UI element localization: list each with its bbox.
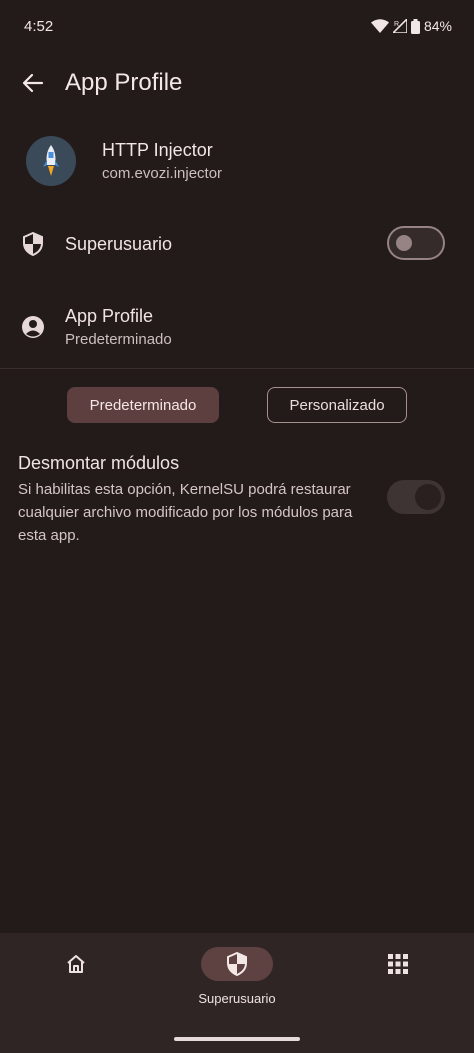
toggle-knob (396, 235, 412, 251)
status-icons: R 84% (370, 18, 452, 34)
unmount-modules-title: Desmontar módulos (18, 453, 180, 473)
signal-icon: R (392, 19, 407, 33)
nav-superuser-label: Superusuario (198, 991, 276, 1006)
superuser-label: Superusuario (65, 233, 173, 254)
rocket-icon (43, 145, 59, 176)
app-icon (26, 136, 76, 186)
app-info: HTTP Injector com.evozi.injector (0, 134, 474, 188)
bottom-navigation: Superusuario (0, 933, 474, 1053)
back-button[interactable] (11, 61, 55, 105)
chip-predeterminado[interactable]: Predeterminado (67, 387, 219, 423)
nav-home[interactable] (40, 947, 112, 981)
toggle-knob (415, 484, 441, 510)
app-profile-row[interactable]: App Profile Predeterminado (0, 304, 474, 350)
unmount-modules-setting: Desmontar módulos Si habilitas esta opci… (18, 453, 368, 547)
page-title: App Profile (65, 69, 183, 96)
divider (0, 368, 474, 369)
home-icon (67, 955, 85, 973)
gesture-handle[interactable] (174, 1037, 300, 1041)
unmount-modules-toggle[interactable] (387, 480, 445, 514)
nav-modules[interactable] (362, 947, 434, 981)
status-bar: 4:52 R 84% (0, 0, 474, 52)
status-time: 4:52 (24, 17, 54, 35)
wifi-icon (370, 19, 389, 33)
top-app-bar: App Profile (0, 56, 474, 110)
superuser-toggle[interactable] (387, 226, 445, 260)
app-profile-title: App Profile (65, 306, 154, 326)
shield-icon (20, 231, 46, 257)
chip-personalizado[interactable]: Personalizado (267, 387, 407, 423)
app-package: com.evozi.injector (102, 165, 223, 182)
app-profile-value: Predeterminado (65, 331, 172, 348)
battery-icon (410, 18, 420, 34)
unmount-modules-description: Si habilitas esta opción, KernelSU podrá… (18, 481, 353, 544)
svg-text:R: R (394, 21, 399, 28)
grid-icon (388, 954, 408, 974)
app-name: HTTP Injector (102, 140, 213, 160)
account-circle-icon (20, 314, 46, 340)
shield-icon (227, 952, 247, 976)
battery-percent: 84% (423, 18, 452, 34)
nav-superuser[interactable]: Superusuario (185, 947, 289, 1006)
arrow-back-icon (22, 73, 44, 93)
